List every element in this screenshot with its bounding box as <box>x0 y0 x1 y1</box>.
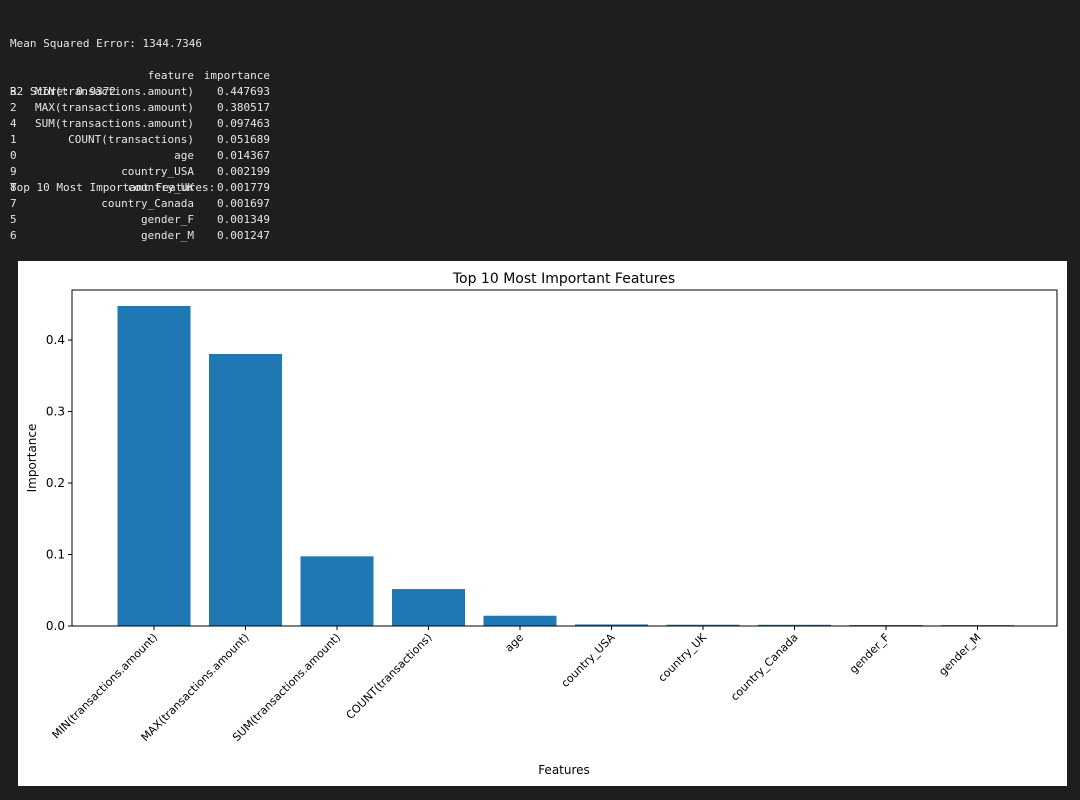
column-header-feature: feature <box>147 69 194 82</box>
bar <box>392 589 465 626</box>
row-index: 1 <box>10 133 17 146</box>
table-row: 0 age 0.014367 <box>10 148 280 164</box>
row-index: 0 <box>10 149 17 162</box>
x-tick-label: SUM(transactions.amount) <box>230 631 343 744</box>
table-row: 6 gender_M 0.001247 <box>10 228 280 244</box>
bar-chart: Top 10 Most Important Features 0.0 0.1 0.2… <box>25 271 1058 777</box>
y-tick-label: 0.2 <box>46 476 65 490</box>
y-tick-label: 0.0 <box>46 619 65 633</box>
mse-text: Mean Squared Error: 1344.7346 <box>10 37 203 50</box>
row-index: 2 <box>10 101 17 114</box>
bar <box>483 615 557 626</box>
row-index: 9 <box>10 165 17 178</box>
x-tick-label: age <box>502 631 526 655</box>
table-row: 3 MIN(transactions.amount) 0.447693 <box>10 84 280 100</box>
x-tick-label: country_USA <box>559 631 618 690</box>
table-row: 2 MAX(transactions.amount) 0.380517 <box>10 100 280 116</box>
row-importance: 0.002199 <box>217 165 270 178</box>
x-tick-label: gender_F <box>847 631 892 676</box>
row-feature: country_Canada <box>101 197 194 210</box>
y-tick-label: 0.4 <box>46 333 65 347</box>
x-tick-label: country_UK <box>655 630 709 684</box>
x-tick-label: MAX(transactions.amount) <box>139 631 252 744</box>
x-tick-label: COUNT(transactions) <box>344 631 435 722</box>
row-importance: 0.001697 <box>217 197 270 210</box>
bar <box>300 556 374 626</box>
y-tick-label: 0.3 <box>46 405 65 419</box>
table-row: 4 SUM(transactions.amount) 0.097463 <box>10 116 280 132</box>
row-index: 5 <box>10 213 17 226</box>
row-index: 3 <box>10 85 17 98</box>
row-importance: 0.014367 <box>217 149 270 162</box>
table-header-row: feature importance <box>10 68 280 84</box>
x-axis-label: Features <box>538 763 590 777</box>
chart-title: Top 10 Most Important Features <box>452 271 675 287</box>
row-feature: COUNT(transactions) <box>68 133 194 146</box>
column-header-importance: importance <box>203 69 270 82</box>
row-feature: MIN(transactions.amount) <box>35 85 194 98</box>
row-importance: 0.051689 <box>217 133 270 146</box>
table-row: 8 country_UK 0.001779 <box>10 180 280 196</box>
row-feature: country_USA <box>121 165 194 178</box>
row-index: 8 <box>10 181 17 194</box>
y-axis-label: Importance <box>25 424 39 493</box>
table-row: 9 country_USA 0.002199 <box>10 164 280 180</box>
chart-figure: Top 10 Most Important Features 0.0 0.1 0.2… <box>18 261 1067 786</box>
table-row: 7 country_Canada 0.001697 <box>10 196 280 212</box>
x-tick-label: gender_M <box>936 631 983 678</box>
row-importance: 0.001779 <box>217 181 270 194</box>
row-index: 6 <box>10 229 17 242</box>
row-index: 7 <box>10 197 17 210</box>
bar <box>117 305 191 626</box>
row-importance: 0.380517 <box>217 101 270 114</box>
row-importance: 0.447693 <box>217 85 270 98</box>
row-feature: gender_M <box>141 229 194 242</box>
bar <box>209 353 282 626</box>
row-feature: age <box>174 149 194 162</box>
row-feature: country_UK <box>127 181 194 194</box>
y-tick-label: 0.1 <box>46 548 65 562</box>
row-importance: 0.001349 <box>217 213 270 226</box>
row-feature: MAX(transactions.amount) <box>35 101 194 114</box>
feature-table: feature importance 3 MIN(transactions.amo… <box>10 68 280 244</box>
table-row: 1 COUNT(transactions) 0.051689 <box>10 132 280 148</box>
row-importance: 0.001247 <box>217 229 270 242</box>
row-feature: gender_F <box>141 213 194 226</box>
x-tick-label: MIN(transactions.amount) <box>50 631 161 742</box>
row-index: 4 <box>10 117 17 130</box>
row-importance: 0.097463 <box>217 117 270 130</box>
x-tick-label: country_Canada <box>728 631 800 703</box>
row-feature: SUM(transactions.amount) <box>35 117 194 130</box>
table-row: 5 gender_F 0.001349 <box>10 212 280 228</box>
